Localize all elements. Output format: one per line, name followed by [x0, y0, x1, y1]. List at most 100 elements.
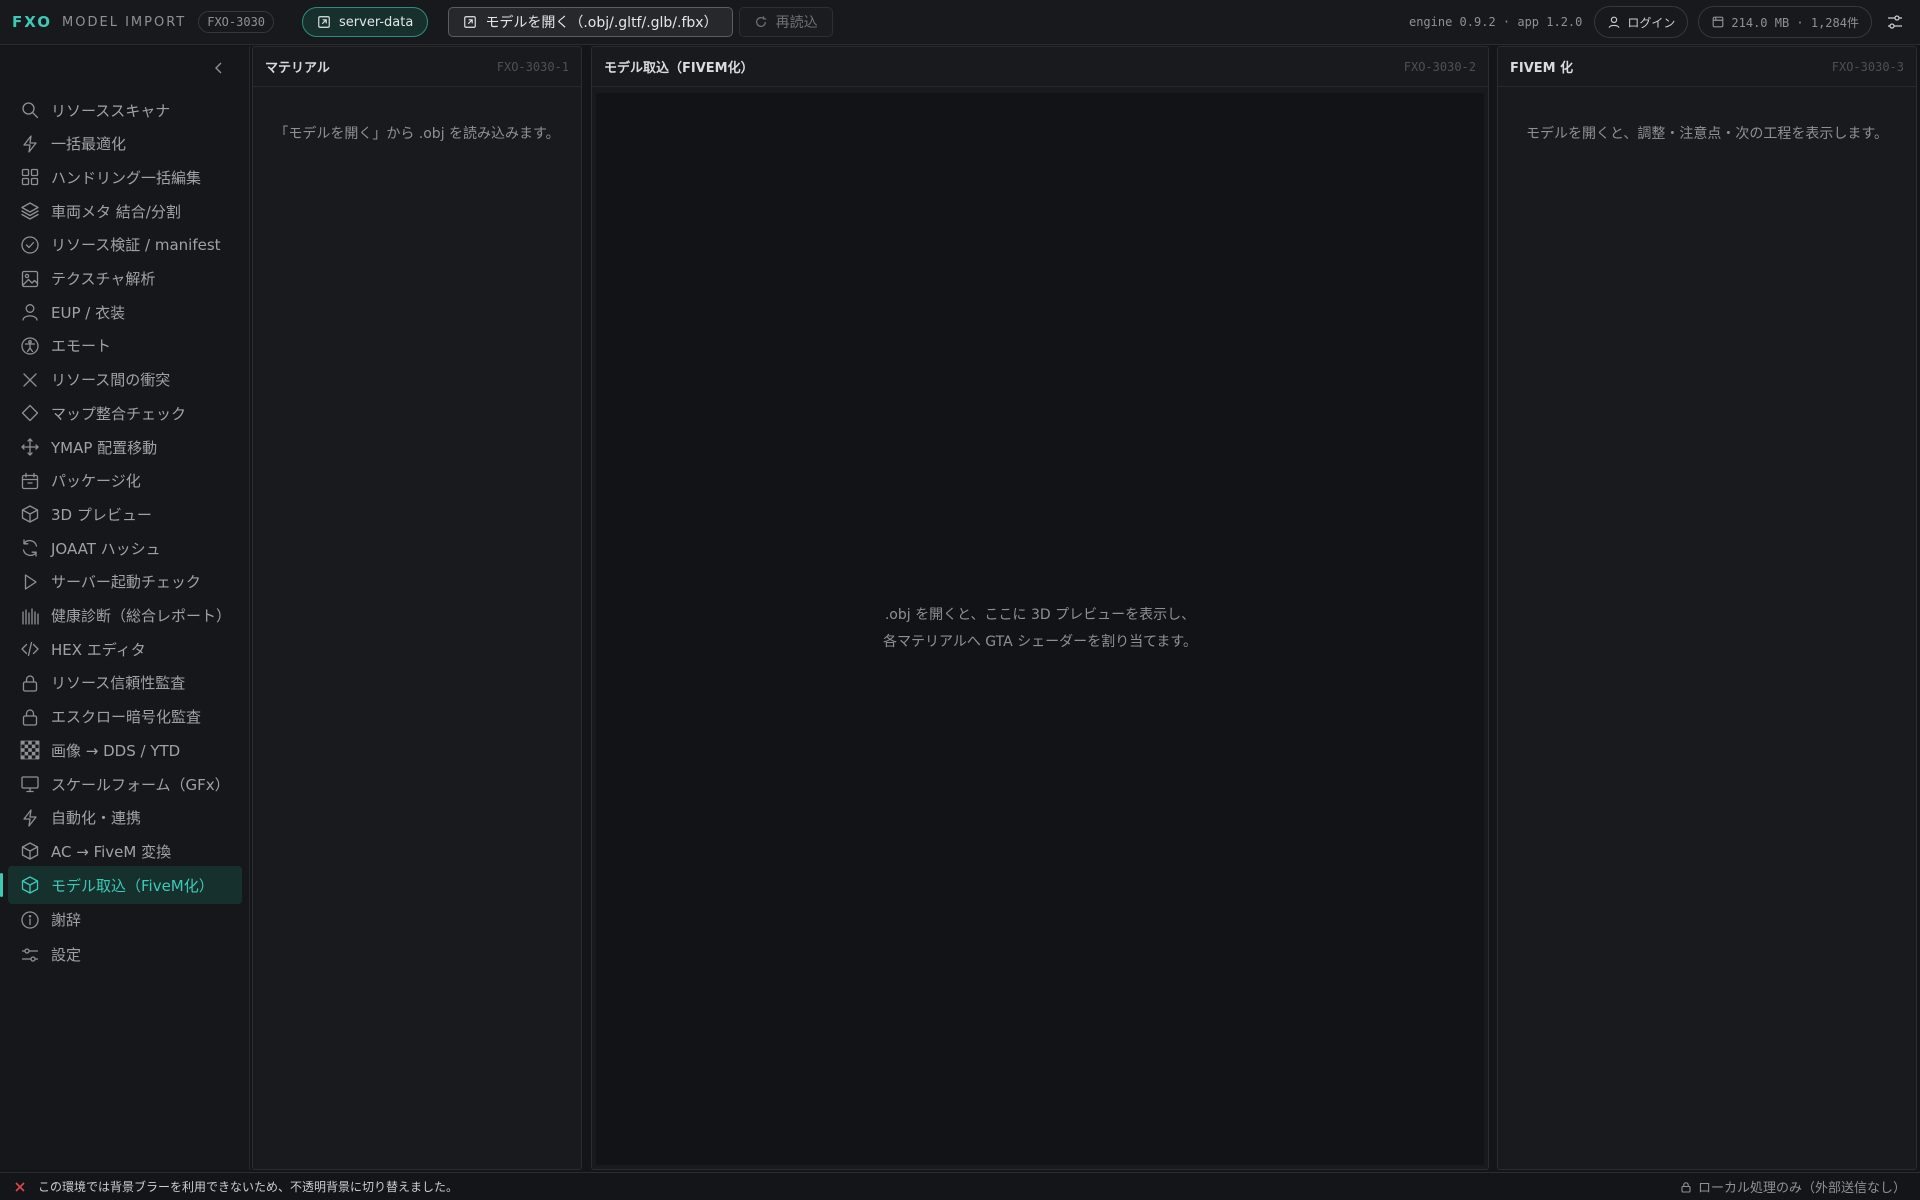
- import-panel: モデル取込（FIVEM化） FXO-3030-2 .obj を開くと、ここに 3…: [591, 46, 1489, 1170]
- sidebar-item-label: 画像 → DDS / YTD: [51, 741, 181, 760]
- sidebar-item[interactable]: 画像 → DDS / YTD: [8, 731, 242, 769]
- checker-icon: [20, 740, 40, 760]
- lock-icon: [1681, 1181, 1691, 1193]
- server-data-label: server-data: [339, 14, 414, 30]
- sidebar: リソーススキャナ 一括最適化ハンドリング一括編集 車両メタ 結合/分割リソース検証 …: [0, 46, 250, 1170]
- refresh-icon: [755, 16, 766, 27]
- sidebar-item[interactable]: マップ整合チェック: [8, 394, 242, 432]
- sidebar-item[interactable]: JOAAT ハッシュ: [8, 529, 242, 567]
- sidebar-item[interactable]: エモート: [8, 327, 242, 365]
- preview-hint-line-1: .obj を開くと、ここに 3D プレビューを表示し、: [884, 607, 1196, 623]
- fivem-panel: FIVEM 化 FXO-3030-3 モデルを開くと、調整・注意点・次の工程を表…: [1497, 46, 1917, 1170]
- search-icon: [22, 102, 39, 119]
- monitor-icon: [21, 776, 39, 793]
- sidebar-item-label: 車両メタ 結合/分割: [51, 202, 181, 221]
- layers-icon: [21, 202, 39, 220]
- chevron-left-icon: [215, 62, 222, 74]
- sidebar-item[interactable]: AC → FiveM 変換: [8, 832, 242, 870]
- privacy-text: ローカル処理のみ（外部送信なし）: [1697, 1181, 1906, 1196]
- cube-icon: [21, 876, 39, 894]
- sidebar-item-label: スケールフォーム（GFx）: [51, 775, 230, 794]
- login-button[interactable]: ログイン: [1594, 6, 1689, 38]
- code-icon: [21, 642, 39, 657]
- settings-sliders-button[interactable]: [1882, 9, 1908, 35]
- open-model-label: モデルを開く（.obj/.gltf/.glb/.fbx）: [485, 15, 718, 31]
- error-close-icon[interactable]: [14, 1181, 26, 1193]
- sidebar-item-label: エスクロー暗号化監査: [51, 708, 202, 727]
- accessibility-icon: [21, 337, 39, 355]
- sidebar-item[interactable]: 一括最適化: [8, 125, 242, 163]
- bars-icon: [22, 607, 39, 625]
- sidebar-item[interactable]: YMAP 配置移動: [8, 428, 242, 466]
- sidebar-item[interactable]: リソース信頼性監査: [8, 664, 242, 702]
- sidebar-item[interactable]: リソース間の衝突: [8, 361, 242, 399]
- sidebar-item[interactable]: 車両メタ 結合/分割: [8, 192, 242, 230]
- sidebar-item[interactable]: スケールフォーム（GFx）: [8, 765, 242, 803]
- sidebar-item-label: リソース信頼性監査: [51, 674, 186, 693]
- sidebar-item[interactable]: サーバー起動チェック: [8, 563, 242, 601]
- fivem-panel-title: FIVEM 化: [1510, 61, 1574, 76]
- cube-icon: [21, 842, 39, 861]
- sidebar-item-label: HEX エディタ: [51, 640, 146, 659]
- storage-icon: [1713, 16, 1724, 28]
- check-circle-icon: [21, 236, 39, 254]
- grid-icon: [21, 169, 39, 186]
- sliders-icon: [1888, 15, 1902, 29]
- privacy-indicator: ローカル処理のみ（外部送信なし）: [1680, 1177, 1906, 1196]
- sidebar-item-label: AC → FiveM 変換: [51, 842, 172, 861]
- status-message: この環境では背景ブラーを利用できないため、不透明背景に切り替えました。: [38, 1180, 459, 1194]
- refresh-icon: [22, 539, 38, 557]
- open-model-button[interactable]: モデルを開く（.obj/.gltf/.glb/.fbx）: [448, 7, 733, 37]
- material-panel: マテリアル FXO-3030-1 「モデルを開く」から .obj を読み込みます…: [252, 46, 582, 1170]
- collapse-sidebar-button[interactable]: [211, 60, 227, 76]
- sidebar-item[interactable]: リソーススキャナ: [8, 91, 242, 129]
- sidebar-item-label: パッケージ化: [51, 472, 141, 491]
- sliders-icon: [21, 947, 39, 962]
- sidebar-item-label: ハンドリング一括編集: [51, 168, 202, 187]
- sidebar-item[interactable]: HEX エディタ: [8, 630, 242, 668]
- package-icon: [21, 472, 39, 489]
- sidebar-item[interactable]: 健康診断（総合レポート）: [8, 597, 242, 635]
- fivem-empty-message: モデルを開くと、調整・注意点・次の工程を表示します。: [1525, 126, 1889, 142]
- login-label: ログイン: [1627, 15, 1676, 30]
- 3d-preview-viewport[interactable]: .obj を開くと、ここに 3D プレビューを表示し、 各マテリアルへ GTA …: [596, 93, 1484, 1165]
- active-indicator: [0, 873, 3, 898]
- import-panel-id: FXO-3030-2: [1403, 59, 1476, 74]
- server-data-button[interactable]: server-data: [302, 7, 429, 37]
- material-panel-title: マテリアル: [265, 61, 330, 76]
- fivem-panel-header: FIVEM 化 FXO-3030-3: [1498, 47, 1916, 87]
- reload-button[interactable]: 再読込: [738, 7, 833, 37]
- project-id-badge: FXO-3030: [198, 11, 275, 33]
- sidebar-item-label: エモート: [51, 337, 112, 356]
- import-panel-title: モデル取込（FIVEM化）: [604, 61, 754, 76]
- top-right-group: engine 0.9.2 · app 1.2.0 ログイン 214.0 MB ·…: [1409, 6, 1908, 38]
- sidebar-item[interactable]: 自動化・連携: [8, 799, 242, 837]
- move-icon: [21, 438, 39, 456]
- sidebar-item[interactable]: ハンドリング一括編集: [8, 158, 242, 196]
- storage-info-pill[interactable]: 214.0 MB · 1,284件: [1698, 6, 1872, 38]
- sidebar-item[interactable]: 謝辞: [8, 901, 242, 939]
- sidebar-item[interactable]: 設定: [8, 936, 242, 974]
- brand-logo: FXO: [12, 13, 53, 31]
- image-icon: [21, 270, 39, 287]
- engine-version: engine 0.9.2 · app 1.2.0: [1408, 15, 1583, 29]
- material-panel-id: FXO-3030-1: [496, 59, 569, 74]
- sidebar-item[interactable]: テクスチャ解析: [8, 260, 242, 298]
- user-icon: [22, 304, 38, 321]
- sidebar-item-label: 健康診断（総合レポート）: [51, 607, 232, 625]
- sidebar-item-label: YMAP 配置移動: [51, 438, 158, 457]
- info-icon: [21, 911, 39, 929]
- status-bar: この環境では背景ブラーを利用できないため、不透明背景に切り替えました。 ローカル…: [0, 1172, 1920, 1200]
- sidebar-item[interactable]: リソース検証 / manifest: [8, 226, 242, 264]
- open-external-icon: [464, 16, 477, 28]
- sidebar-item[interactable]: 3D プレビュー: [8, 495, 242, 533]
- sidebar-item[interactable]: パッケージ化: [8, 462, 242, 500]
- preview-hint-line-2: 各マテリアルへ GTA シェーダーを割り当てます。: [882, 634, 1198, 650]
- sidebar-item[interactable]: EUP / 衣装: [8, 293, 242, 331]
- sidebar-item-label: リソース間の衝突: [51, 371, 171, 390]
- bolt-icon: [23, 135, 37, 153]
- sidebar-item-label: マップ整合チェック: [51, 404, 187, 423]
- sidebar-item[interactable]: エスクロー暗号化監査: [8, 698, 242, 736]
- sidebar-item[interactable]: モデル取込（FiveM化）: [0, 866, 242, 905]
- play-icon: [24, 574, 37, 590]
